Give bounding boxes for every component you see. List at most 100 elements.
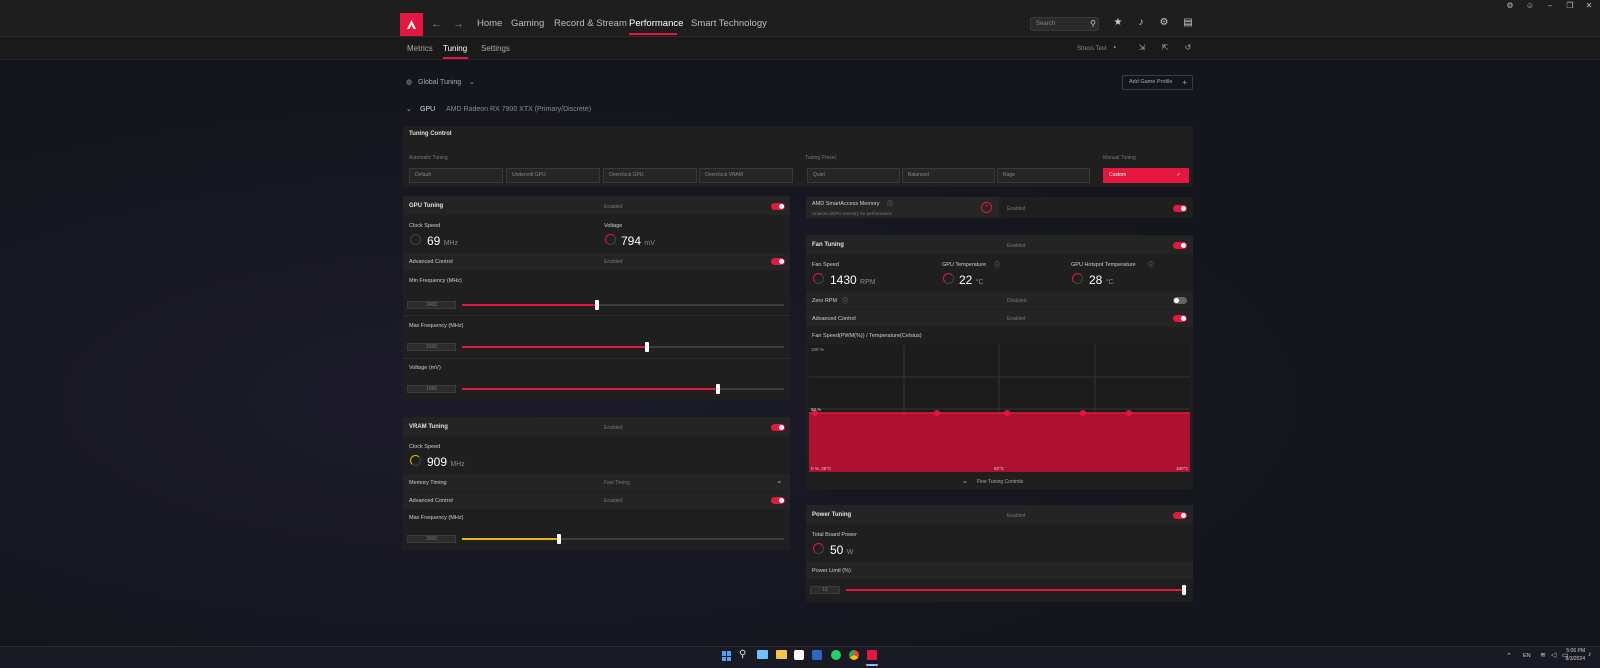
import-icon[interactable]: ⇲ [1136, 42, 1148, 54]
voltage-gauge [605, 234, 616, 245]
divider [403, 358, 790, 359]
amd-taskbar-icon[interactable] [867, 650, 877, 660]
min-frequency-slider[interactable] [462, 300, 784, 310]
chevron-down-icon[interactable]: ⌄ [469, 78, 475, 86]
slider-thumb[interactable] [556, 534, 561, 544]
minimize-button[interactable]: – [1541, 0, 1559, 12]
amd-logo[interactable] [400, 13, 423, 36]
preset-quiet[interactable]: Quiet [807, 168, 900, 183]
help-icon[interactable]: ⓘ [842, 296, 848, 305]
tab-tuning[interactable]: Tuning [443, 44, 467, 53]
nav-record-stream[interactable]: Record & Stream [554, 18, 627, 29]
preset-overclock-vram[interactable]: Overclock VRAM [699, 168, 793, 183]
tab-settings[interactable]: Settings [481, 44, 510, 53]
fan-tuning-toggle[interactable] [1173, 242, 1187, 249]
slider-thumb[interactable] [595, 300, 600, 310]
preset-overclock-gpu[interactable]: Overclock GPU [603, 168, 697, 183]
export-icon[interactable]: ⇱ [1159, 42, 1171, 54]
panel-icon[interactable]: ▤ [1181, 16, 1195, 30]
curve-point[interactable] [1004, 410, 1010, 416]
gpu-tuning-toggle[interactable] [771, 203, 785, 210]
forward-arrow-icon[interactable]: → [453, 18, 464, 30]
add-game-profile-button[interactable]: Add Game Profile + [1122, 75, 1193, 90]
max-frequency-input[interactable]: 3100 [407, 343, 456, 351]
mail-icon[interactable] [757, 650, 768, 659]
maximize-button[interactable]: ❐ [1561, 0, 1579, 12]
voltage-input[interactable]: 1060 [407, 385, 456, 393]
slider-thumb[interactable] [715, 384, 720, 394]
vram-advanced-toggle[interactable] [771, 497, 785, 504]
curve-point[interactable] [1080, 410, 1086, 416]
store-icon[interactable] [794, 650, 804, 660]
nav-home[interactable]: Home [477, 18, 502, 29]
spotify-icon[interactable] [831, 650, 841, 660]
nav-gaming[interactable]: Gaming [511, 18, 544, 29]
vram-max-frequency-slider[interactable] [462, 534, 784, 544]
preset-default[interactable]: Default [409, 168, 503, 183]
settings-small-icon[interactable]: ⚙ [1501, 0, 1519, 12]
sam-toggle[interactable] [1173, 205, 1187, 212]
wifi-icon[interactable]: ≋ [1540, 651, 1546, 659]
gpu-tuning-status: Enabled [604, 204, 623, 210]
curve-point[interactable] [934, 410, 940, 416]
close-button[interactable]: ✕ [1580, 0, 1598, 12]
start-pane [722, 656, 726, 661]
slider-thumb[interactable] [1181, 585, 1186, 595]
fine-tuning-controls[interactable]: Fine Tuning Controls [977, 479, 1023, 485]
help-icon[interactable]: ⓘ [1148, 260, 1154, 269]
app-icon[interactable] [812, 650, 822, 660]
search-icon[interactable]: ⚲ [1086, 17, 1100, 31]
reset-icon[interactable]: ↺ [1182, 42, 1194, 54]
nav-smart-technology[interactable]: Smart Technology [691, 18, 767, 29]
tab-metrics[interactable]: Metrics [407, 44, 433, 53]
power-limit-slider[interactable] [846, 585, 1187, 595]
chevron-down-icon[interactable]: ⌄ [962, 477, 968, 485]
preset-custom[interactable]: Custom ✓ [1103, 168, 1189, 183]
profile-dropdown[interactable]: Global Tuning [418, 79, 461, 86]
chrome-icon[interactable] [849, 650, 859, 660]
vram-clock-value: 909 MHz [427, 455, 465, 469]
help-icon[interactable]: ⓘ [994, 260, 1000, 269]
star-icon[interactable]: ★ [1111, 16, 1125, 30]
volume-icon[interactable]: ◁ [1551, 651, 1556, 659]
collapse-chevron-icon[interactable]: ⌄ [406, 105, 412, 113]
stress-test-label[interactable]: Stress Test [1077, 46, 1107, 52]
vram-tuning-toggle[interactable] [771, 424, 785, 431]
back-arrow-icon[interactable]: ← [431, 18, 442, 30]
gpu-advanced-toggle[interactable] [771, 258, 785, 265]
notification-bell-icon[interactable]: ♪ [1588, 651, 1592, 658]
min-frequency-input[interactable]: 2400 [407, 301, 456, 309]
zero-rpm-toggle[interactable] [1173, 297, 1187, 304]
power-tuning-toggle[interactable] [1173, 512, 1187, 519]
max-frequency-slider[interactable] [462, 342, 784, 352]
manual-tuning-label: Manual Tuning [1103, 155, 1136, 161]
tray-chevron-icon[interactable]: ⌃ [1506, 652, 1512, 660]
voltage-slider[interactable] [462, 384, 784, 394]
sam-title: AMD SmartAccess Memory [812, 201, 880, 207]
memory-timing-dropdown[interactable]: Fast Timing [604, 480, 630, 486]
chevron-down-icon[interactable]: ⌄ [776, 476, 783, 485]
preset-balanced[interactable]: Balanced [902, 168, 995, 183]
curve-point[interactable] [1126, 410, 1132, 416]
windows-start-icon[interactable] [722, 651, 732, 661]
clock-date[interactable]: 8/3/2024 [1561, 656, 1585, 662]
bell-icon[interactable]: ♪ [1134, 16, 1148, 30]
help-icon[interactable]: ⓘ [887, 199, 893, 208]
vram-max-frequency-input[interactable]: 2600 [407, 535, 456, 543]
file-explorer-icon[interactable] [776, 650, 787, 659]
fan-curve-chart[interactable]: 100 % 50 % 0 %, 25°C 62°C 100°C [809, 345, 1190, 472]
fan-advanced-toggle[interactable] [1173, 315, 1187, 322]
clock-time[interactable]: 5:06 PM [1563, 648, 1585, 654]
gear-icon[interactable]: ⚙ [1157, 16, 1171, 30]
gauge-icon[interactable]: ◔ [1108, 42, 1120, 54]
slider-thumb[interactable] [645, 342, 650, 352]
gpu-advanced-status: Enabled [604, 259, 623, 265]
account-icon[interactable]: ☺ [1521, 0, 1539, 12]
preset-undervolt[interactable]: Undervolt GPU [506, 168, 600, 183]
preset-rage[interactable]: Rage [997, 168, 1090, 183]
language-indicator[interactable]: EN [1523, 653, 1531, 659]
nav-performance[interactable]: Performance [629, 18, 683, 29]
active-app-indicator [866, 664, 878, 666]
taskbar-search-icon[interactable]: ⚲ [739, 649, 746, 660]
power-limit-input[interactable]: 15 [810, 586, 840, 594]
